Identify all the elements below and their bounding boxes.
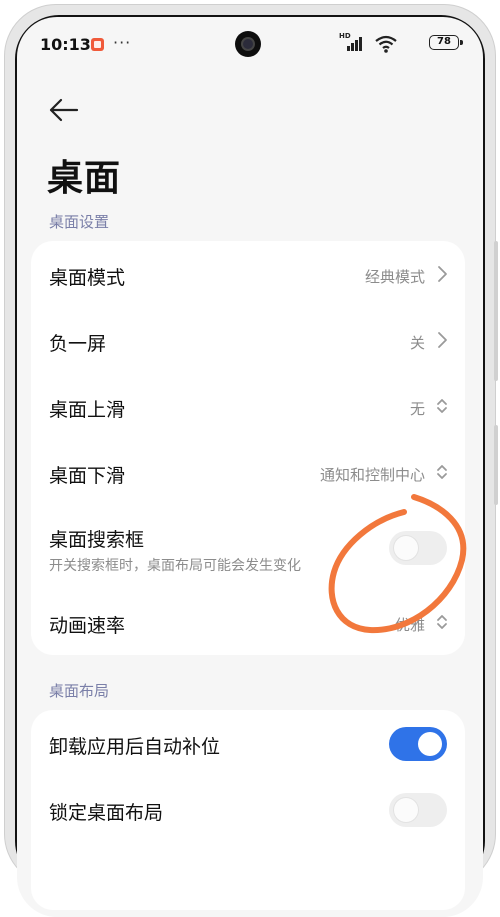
row-value: 经典模式 (364, 268, 425, 286)
power-button (494, 425, 498, 505)
app-notification-icon (91, 38, 104, 51)
battery-icon: 78 (429, 35, 459, 50)
toggle-knob (394, 798, 418, 822)
hd-label: HD (339, 32, 351, 40)
chevron-updown-icon (437, 399, 447, 413)
front-camera (235, 31, 261, 57)
back-arrow-icon[interactable] (47, 95, 81, 125)
row-value: 通知和控制中心 (319, 466, 425, 484)
status-bar: 10:13 ··· HD 78 (17, 17, 483, 67)
row-swipe-up[interactable]: 桌面上滑 无 (31, 373, 465, 439)
row-value: 关 (409, 334, 425, 352)
row-value: 优雅 (394, 616, 425, 634)
row-desktop-mode[interactable]: 桌面模式 经典模式 (31, 241, 465, 307)
row-label: 桌面下滑 (49, 465, 126, 487)
battery-tip (460, 40, 463, 45)
row-label: 桌面搜索框 (49, 529, 145, 551)
row-auto-fill[interactable]: 卸载应用后自动补位 (31, 710, 465, 776)
chevron-updown-icon (437, 615, 447, 629)
row-subtitle: 开关搜索框时，桌面布局可能会发生变化 (49, 558, 301, 574)
row-label: 锁定桌面布局 (49, 802, 164, 824)
auto-fill-toggle[interactable] (389, 727, 447, 761)
row-label: 动画速率 (49, 615, 126, 637)
row-minus-one-screen[interactable]: 负一屏 关 (31, 307, 465, 373)
row-search-bar[interactable]: 桌面搜索框 开关搜索框时，桌面布局可能会发生变化 (31, 505, 465, 589)
section-label-desktop-layout: 桌面布局 (49, 682, 110, 700)
desktop-settings-card: 桌面模式 经典模式 负一屏 关 桌面上滑 无 桌面下滑 通知和控制中心 桌面搜索… (31, 241, 465, 655)
cell-signal-icon: HD (339, 32, 363, 52)
volume-button (494, 241, 498, 381)
screen: 10:13 ··· HD 78 桌面 桌面设置 桌面模式 经典模式 负一屏 关 … (17, 17, 483, 917)
wifi-icon (375, 35, 397, 53)
battery-level: 78 (437, 36, 451, 47)
row-label: 桌面模式 (49, 267, 126, 289)
section-label-desktop-settings: 桌面设置 (49, 213, 110, 231)
toggle-knob (394, 536, 418, 560)
row-animation-speed[interactable]: 动画速率 优雅 (31, 589, 465, 655)
row-label: 桌面上滑 (49, 399, 126, 421)
status-icons: HD 78 (317, 32, 467, 54)
more-notifications-icon: ··· (113, 33, 132, 52)
status-time: 10:13 (40, 35, 91, 54)
row-swipe-down[interactable]: 桌面下滑 通知和控制中心 (31, 439, 465, 505)
lock-layout-toggle[interactable] (389, 793, 447, 827)
row-label: 负一屏 (49, 333, 107, 355)
row-lock-layout[interactable]: 锁定桌面布局 (31, 776, 465, 842)
page-title: 桌面 (47, 158, 122, 199)
chevron-updown-icon (437, 465, 447, 479)
desktop-layout-card: 卸载应用后自动补位 锁定桌面布局 (31, 710, 465, 910)
toggle-knob (418, 732, 442, 756)
row-label: 卸载应用后自动补位 (49, 736, 221, 758)
chevron-right-icon (438, 266, 447, 282)
row-value: 无 (409, 400, 425, 418)
chevron-right-icon (438, 332, 447, 348)
search-bar-toggle[interactable] (389, 531, 447, 565)
